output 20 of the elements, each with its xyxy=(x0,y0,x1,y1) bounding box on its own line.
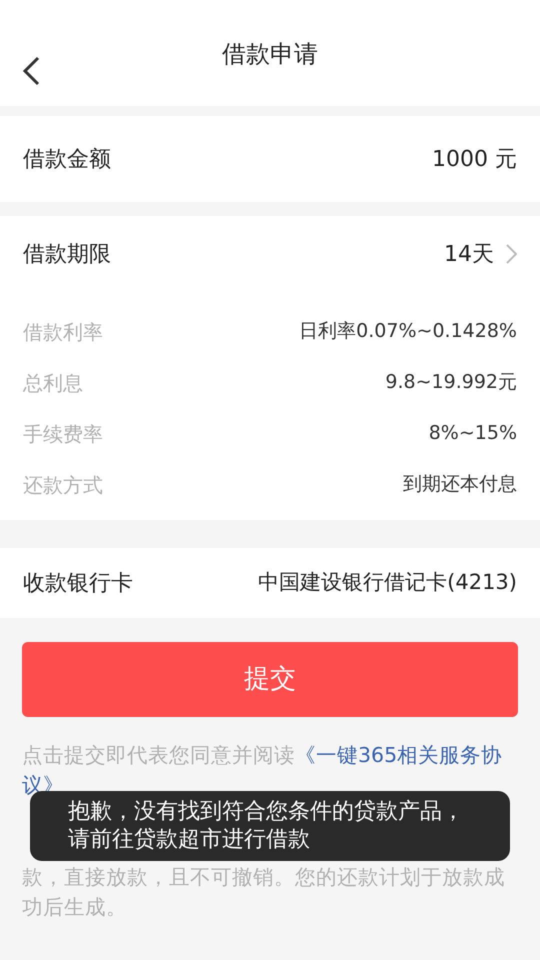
agreement-link[interactable]: 《一键365相关服务协 xyxy=(295,743,502,767)
detail-value: 9.8~19.992元 xyxy=(385,370,517,396)
bank-value[interactable]: 中国建设银行借记卡(4213) xyxy=(258,567,517,599)
back-icon[interactable] xyxy=(22,56,40,86)
detail-label: 还款方式 xyxy=(23,472,103,498)
detail-value: 日利率0.07%~0.1428% xyxy=(299,319,517,344)
submit-button[interactable]: 提交 xyxy=(22,642,518,717)
amount-value: 1000 元 xyxy=(432,146,517,174)
page-title: 借款申请 xyxy=(222,39,318,70)
detail-label: 手续费率 xyxy=(23,420,103,448)
agreement-text: 点击提交即代表您同意并阅读《一键365相关服务协 xyxy=(22,742,504,769)
bank-label: 收款银行卡 xyxy=(23,570,133,598)
detail-value: 到期还本付息 xyxy=(403,472,517,498)
detail-value: 8%~15% xyxy=(428,421,517,446)
chevron-icon xyxy=(506,244,517,264)
term-row[interactable]: 借款期限 14天 xyxy=(0,216,540,292)
amount-label: 借款金额 xyxy=(23,146,111,174)
detail-label: 总利息 xyxy=(23,370,83,396)
agreement-text: 款，直接放款，且不可撤销。您的还款计划于放款成功后生成。 xyxy=(22,864,506,921)
detail-label: 借款利率 xyxy=(23,318,103,346)
